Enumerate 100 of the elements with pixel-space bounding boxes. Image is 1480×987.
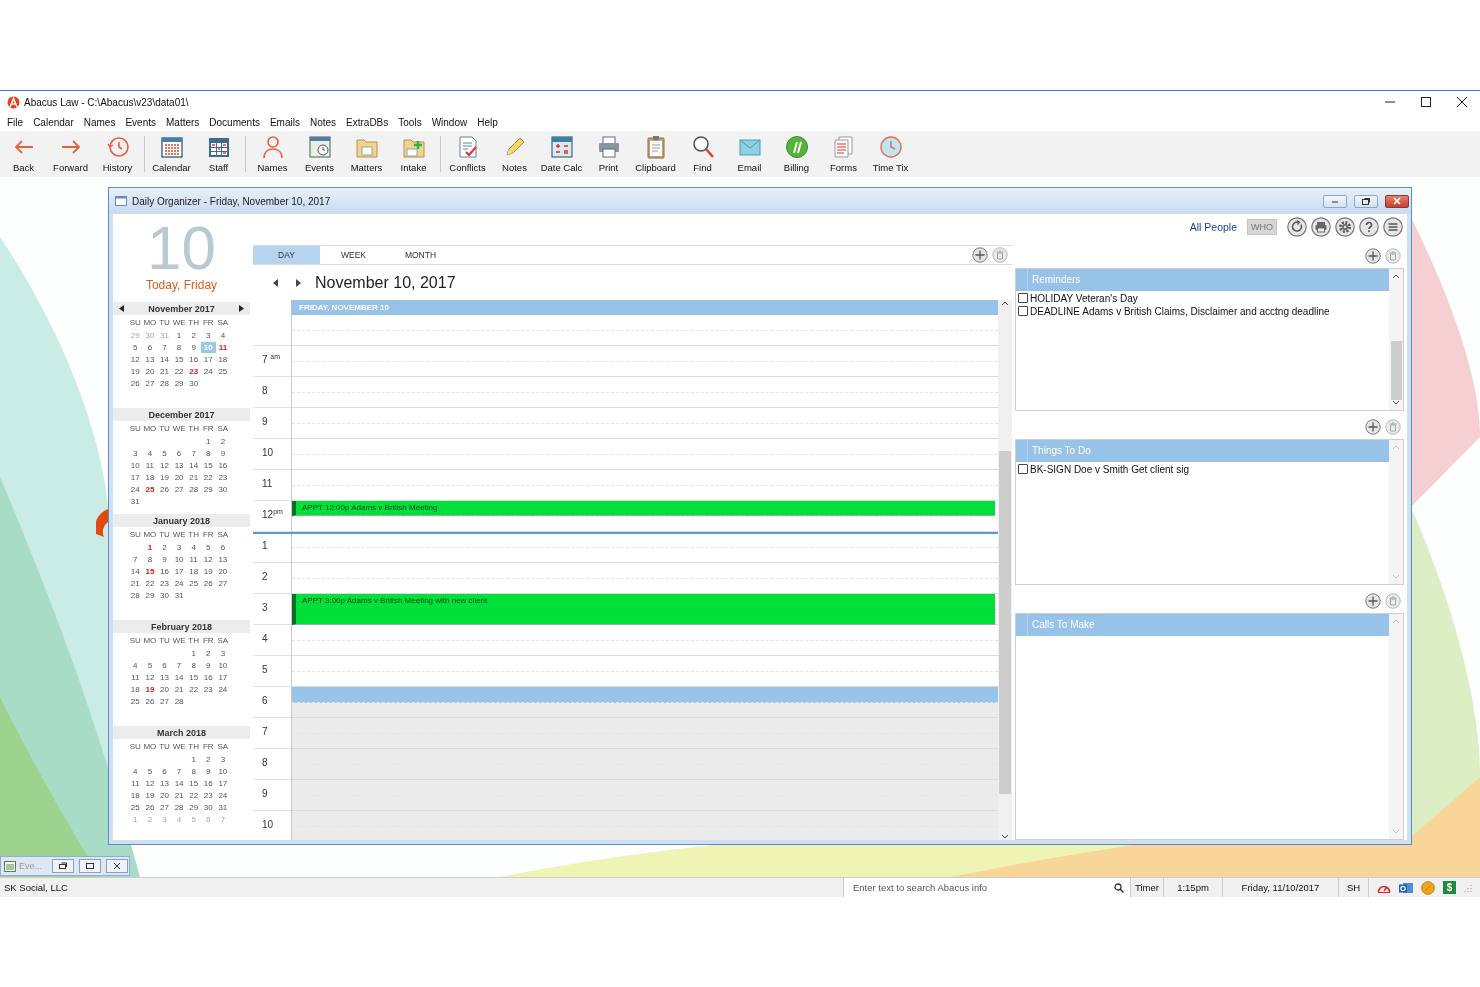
calendar-day[interactable]: 12 xyxy=(200,553,216,565)
calendar-day[interactable]: 28 xyxy=(128,589,143,601)
close-icon[interactable] xyxy=(1457,97,1467,107)
calendar-day[interactable]: 20 xyxy=(215,565,231,577)
toolbar-button[interactable]: Forward xyxy=(47,131,94,175)
calendar-day[interactable]: 2 xyxy=(157,541,172,553)
window-button[interactable] xyxy=(79,859,101,873)
menu-icon[interactable] xyxy=(1383,217,1403,237)
calendar-day[interactable]: 24 xyxy=(171,577,187,589)
calendar-day[interactable]: 7 xyxy=(186,447,201,459)
calendar-day[interactable]: 5 xyxy=(200,541,216,553)
calendar-day[interactable]: 12 xyxy=(157,459,172,471)
calendar-day[interactable]: 18 xyxy=(186,565,201,577)
calendar-day[interactable]: 15 xyxy=(186,671,201,683)
people-filter-link[interactable]: All People xyxy=(1189,221,1237,233)
calendar-day[interactable]: 23 xyxy=(200,789,216,801)
calendar-day[interactable]: 24 xyxy=(200,365,216,377)
calendar-day[interactable]: 20 xyxy=(171,471,187,483)
caret-right-icon[interactable] xyxy=(239,305,244,312)
calendar-day[interactable]: 25 xyxy=(142,483,158,495)
menu-item[interactable]: Calendar xyxy=(28,116,79,128)
add-icon[interactable] xyxy=(972,247,988,263)
toolbar-button[interactable]: Email xyxy=(726,131,773,175)
calendar-day[interactable]: 21 xyxy=(157,365,172,377)
toolbar-button[interactable]: Back xyxy=(0,131,47,175)
calendar-day[interactable]: 1 xyxy=(201,435,216,447)
calendar-day[interactable]: 10 xyxy=(215,659,231,671)
calendar-day[interactable]: 8 xyxy=(142,553,158,565)
calendar-day[interactable]: 14 xyxy=(186,459,201,471)
toolbar-button[interactable]: History xyxy=(94,131,141,175)
calendar-day[interactable]: 9 xyxy=(200,659,216,671)
calendar-day[interactable]: 30 xyxy=(215,483,231,495)
timer-button[interactable]: Timer xyxy=(1130,878,1163,897)
calendar-day[interactable]: 8 xyxy=(171,341,187,353)
scrollbar-thumb[interactable] xyxy=(999,451,1011,794)
dollar-icon[interactable]: $ xyxy=(1443,881,1456,894)
calendar-day[interactable]: 1 xyxy=(171,329,187,341)
calendar-day[interactable]: 31 xyxy=(171,589,187,601)
calendar-day[interactable]: 7 xyxy=(171,659,187,671)
calendar-day[interactable]: 19 xyxy=(200,565,216,577)
calendar-day[interactable]: 22 xyxy=(171,365,187,377)
calendar-day[interactable]: 9 xyxy=(215,447,231,459)
calendar-day[interactable]: 21 xyxy=(171,789,187,801)
caret-left-icon[interactable] xyxy=(119,305,124,312)
calendar-day[interactable]: 30 xyxy=(186,377,201,389)
scroll-up-icon[interactable] xyxy=(1001,300,1009,306)
mail-app-icon[interactable] xyxy=(1399,880,1413,895)
calendar-day[interactable]: 29 xyxy=(171,377,187,389)
menu-item[interactable]: ExtraDBs xyxy=(341,116,394,128)
scroll-up-icon[interactable] xyxy=(1392,273,1400,279)
calendar-day[interactable]: 11 xyxy=(142,459,158,471)
calendar-day[interactable]: 6 xyxy=(171,447,187,459)
calendar-day[interactable]: 7 xyxy=(171,765,187,777)
toolbar-button[interactable]: Calendar xyxy=(148,131,195,175)
calendar-day[interactable]: 25 xyxy=(128,801,143,813)
calendar-day[interactable]: 14 xyxy=(171,671,187,683)
calendar-day[interactable]: 26 xyxy=(200,577,216,589)
view-tab[interactable]: MONTH xyxy=(387,246,454,264)
calendar-day[interactable]: 6 xyxy=(215,541,231,553)
calendar-day[interactable]: 7 xyxy=(157,341,172,353)
list-item[interactable]: DEADLINE Adams v British Claims, Disclaimer and acctng deadline xyxy=(1030,305,1330,317)
calendar-day[interactable]: 26 xyxy=(142,695,158,707)
settings-icon[interactable] xyxy=(1335,217,1355,237)
add-icon[interactable] xyxy=(1365,419,1381,435)
calendar-day[interactable]: 16 xyxy=(215,459,231,471)
calendar-day[interactable]: 27 xyxy=(157,801,172,813)
toolbar-button[interactable]: Billing xyxy=(773,131,820,175)
calendar-day[interactable]: 28 xyxy=(171,801,187,813)
calendar-day[interactable]: 18 xyxy=(142,471,158,483)
checkbox[interactable] xyxy=(1018,306,1028,316)
calendar-day[interactable]: 8 xyxy=(186,765,201,777)
menu-item[interactable]: Matters xyxy=(161,116,205,128)
menu-item[interactable]: Emails xyxy=(264,116,305,128)
calendar-day[interactable]: 14 xyxy=(171,777,187,789)
calendar-day[interactable]: 9 xyxy=(186,341,201,353)
calendar-day[interactable]: 10 xyxy=(171,553,187,565)
calendar-day[interactable]: 20 xyxy=(157,683,172,695)
caret-right-icon[interactable] xyxy=(296,278,301,287)
calendar-day[interactable]: 6 xyxy=(142,341,158,353)
calendar-day[interactable]: 27 xyxy=(157,695,172,707)
calendar-day[interactable]: 21 xyxy=(128,577,143,589)
calendar-day[interactable]: 17 xyxy=(128,471,143,483)
caret-left-icon[interactable] xyxy=(273,278,278,287)
calendar-day[interactable]: 2 xyxy=(201,647,216,659)
calendar-day[interactable]: 27 xyxy=(142,377,158,389)
calendar-day[interactable]: 18 xyxy=(128,683,143,695)
scroll-down-icon[interactable] xyxy=(1001,834,1009,840)
list-item[interactable]: HOLIDAY Veteran's Day xyxy=(1030,292,1138,304)
calendar-day[interactable]: 24 xyxy=(128,483,143,495)
calendar-day[interactable]: 26 xyxy=(142,801,158,813)
calendar-day[interactable]: 13 xyxy=(142,353,158,365)
calendar-day[interactable]: 5 xyxy=(142,765,158,777)
calendar-day[interactable]: 10 xyxy=(215,765,231,777)
calendar-day[interactable]: 15 xyxy=(186,777,201,789)
calendar-day[interactable]: 23 xyxy=(200,683,216,695)
calendar-day[interactable]: 1 xyxy=(142,541,158,553)
calendar-day[interactable]: 26 xyxy=(157,483,172,495)
search-input[interactable]: Enter text to search Abacus info xyxy=(853,882,1114,893)
calendar-day[interactable]: 15 xyxy=(171,353,187,365)
calendar-day[interactable]: 17 xyxy=(215,671,231,683)
